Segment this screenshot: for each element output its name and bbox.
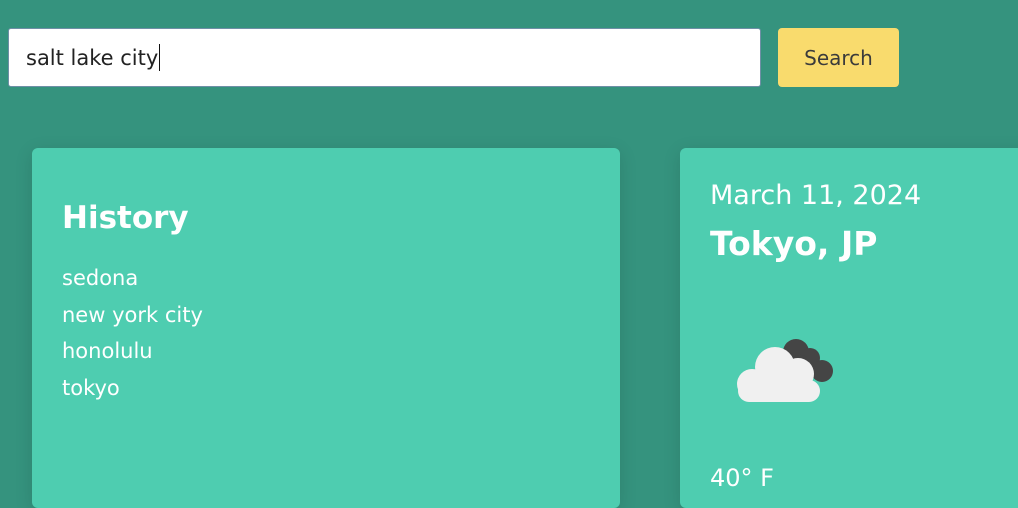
search-input[interactable]: salt lake city (8, 28, 761, 87)
weather-card: March 11, 2024 Tokyo, JP 40° F (680, 148, 1018, 508)
history-title: History (62, 200, 189, 236)
cloudy-icon (730, 334, 842, 410)
weather-temperature: 40° F (710, 464, 774, 492)
history-list: sedona new york city honolulu tokyo (62, 260, 203, 406)
history-item-new-york-city[interactable]: new york city (62, 297, 203, 334)
weather-date: March 11, 2024 (710, 180, 922, 211)
text-caret (159, 44, 161, 71)
history-card: History sedona new york city honolulu to… (32, 148, 620, 508)
history-item-tokyo[interactable]: tokyo (62, 370, 203, 407)
weather-city: Tokyo, JP (710, 224, 878, 263)
search-input-value: salt lake city (26, 45, 159, 70)
search-button[interactable]: Search (778, 28, 899, 87)
history-item-honolulu[interactable]: honolulu (62, 333, 203, 370)
history-item-sedona[interactable]: sedona (62, 260, 203, 297)
